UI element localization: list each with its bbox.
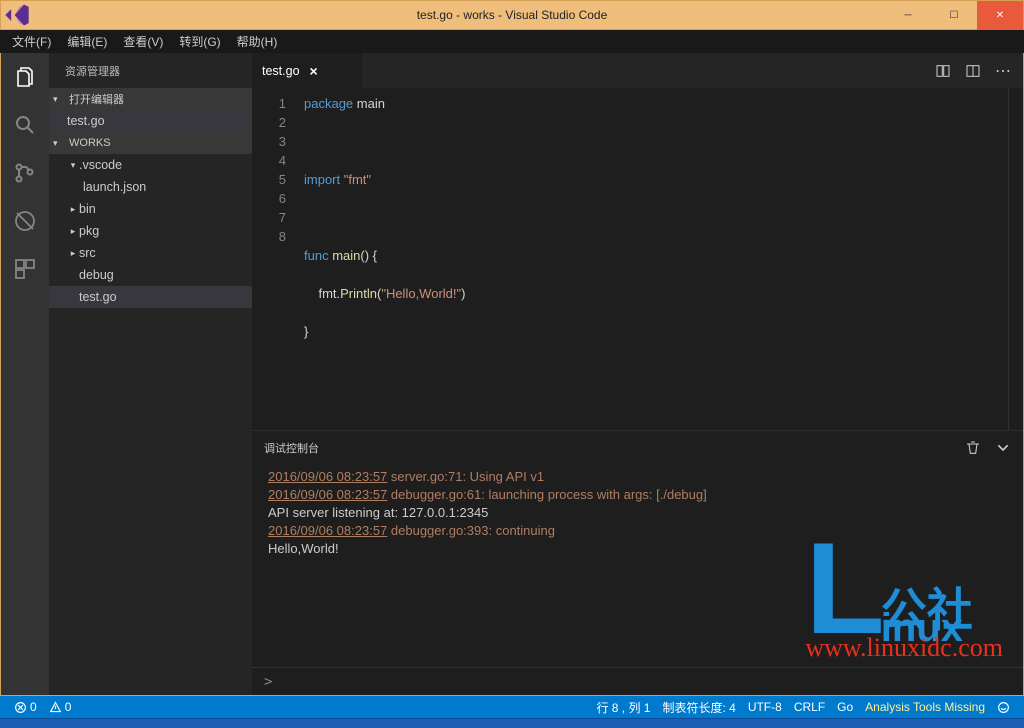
status-lang[interactable]: Go <box>831 699 859 716</box>
tab-label: test.go <box>262 64 300 78</box>
code-editor[interactable]: package main import "fmt" func main() { … <box>304 88 1008 430</box>
sidebar-title: 资源管理器 <box>49 53 252 88</box>
line-gutter: 12345678 <box>252 88 304 430</box>
menu-file[interactable]: 文件(F) <box>4 31 59 52</box>
console-output[interactable]: 2016/09/06 08:23:57 server.go:71: Using … <box>252 464 1023 667</box>
status-eol[interactable]: CRLF <box>788 699 831 716</box>
status-tabsize[interactable]: 制表符长度: 4 <box>656 699 741 716</box>
menu-view[interactable]: 查看(V) <box>115 31 171 52</box>
more-icon[interactable]: ⋯ <box>995 61 1011 81</box>
chevron-right-icon: ▸ <box>67 204 79 215</box>
status-warnings[interactable]: 0 <box>43 700 78 714</box>
debug-icon[interactable] <box>1 197 49 245</box>
menu-goto[interactable]: 转到(G) <box>171 31 228 52</box>
menu-help[interactable]: 帮助(H) <box>229 31 286 52</box>
status-tools-missing[interactable]: Analysis Tools Missing <box>859 699 991 716</box>
chevron-down-icon[interactable] <box>995 440 1011 456</box>
sidebar: 资源管理器 ▾打开编辑器 test.go ▾WORKS ▾.vscode lau… <box>49 53 252 695</box>
feedback-icon[interactable] <box>991 699 1016 716</box>
chevron-right-icon: ▸ <box>67 248 79 259</box>
tabbar: test.go × ⋯ <box>252 53 1023 88</box>
debug-panel: 调试控制台 2016/09/06 08:23:57 server.go:71: … <box>252 430 1023 695</box>
maximize-button[interactable]: ☐ <box>931 1 977 30</box>
open-editor-item[interactable]: test.go <box>49 110 252 132</box>
split-icon[interactable] <box>965 63 981 79</box>
status-encoding[interactable]: UTF-8 <box>742 699 788 716</box>
chevron-down-icon: ▾ <box>53 138 69 149</box>
file-debug[interactable]: debug <box>49 264 252 286</box>
vs-logo-icon <box>3 1 31 29</box>
folder-bin[interactable]: ▸bin <box>49 198 252 220</box>
folder-src[interactable]: ▸src <box>49 242 252 264</box>
menubar: 文件(F) 编辑(E) 查看(V) 转到(G) 帮助(H) <box>0 30 1024 53</box>
os-taskbar <box>0 718 1024 728</box>
scrollbar[interactable] <box>1008 88 1023 430</box>
status-cursor-pos[interactable]: 行 8 , 列 1 <box>590 699 656 716</box>
folder-pkg[interactable]: ▸pkg <box>49 220 252 242</box>
workspace-header[interactable]: ▾WORKS <box>49 132 252 154</box>
statusbar: 0 0 行 8 , 列 1 制表符长度: 4 UTF-8 CRLF Go Ana… <box>0 696 1024 718</box>
extensions-icon[interactable] <box>1 245 49 293</box>
minimize-button[interactable]: ─ <box>885 1 931 30</box>
tab-test-go[interactable]: test.go × <box>252 53 362 88</box>
chevron-right-icon: ▸ <box>67 226 79 237</box>
open-editors-header[interactable]: ▾打开编辑器 <box>49 88 252 110</box>
status-errors[interactable]: 0 <box>8 700 43 714</box>
clear-icon[interactable] <box>965 440 981 456</box>
git-icon[interactable] <box>1 149 49 197</box>
file-launch-json[interactable]: launch.json <box>49 176 252 198</box>
titlebar: test.go - works - Visual Studio Code ─ ☐… <box>0 0 1024 30</box>
chevron-down-icon: ▾ <box>67 160 79 171</box>
compare-icon[interactable] <box>935 63 951 79</box>
close-tab-icon[interactable]: × <box>310 63 318 79</box>
close-button[interactable]: ✕ <box>977 1 1023 30</box>
explorer-icon[interactable] <box>1 53 49 101</box>
menu-edit[interactable]: 编辑(E) <box>59 31 115 52</box>
search-icon[interactable] <box>1 101 49 149</box>
open-editors-label: 打开编辑器 <box>69 91 124 107</box>
window-title: test.go - works - Visual Studio Code <box>417 8 608 22</box>
file-test-go[interactable]: test.go <box>49 286 252 308</box>
activitybar <box>1 53 49 695</box>
open-editor-file: test.go <box>67 114 105 128</box>
console-input[interactable]: > <box>252 667 1023 695</box>
panel-title: 调试控制台 <box>264 440 319 456</box>
chevron-down-icon: ▾ <box>53 94 69 105</box>
workspace-label: WORKS <box>69 137 111 149</box>
folder-vscode[interactable]: ▾.vscode <box>49 154 252 176</box>
